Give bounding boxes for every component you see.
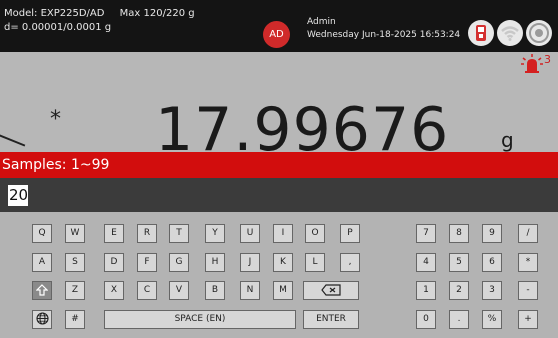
stability-marker: * xyxy=(50,107,61,132)
samples-input[interactable]: 20 xyxy=(8,185,28,206)
key-x[interactable]: X xyxy=(104,281,124,300)
on-screen-keyboard: Q W E R T Y U I O P A S D F G H J K L , … xyxy=(0,212,558,338)
key-plus[interactable]: + xyxy=(518,310,538,329)
key-f[interactable]: F xyxy=(137,253,157,272)
samples-prompt: Samples: 1~99 xyxy=(0,152,558,178)
user-avatar[interactable]: AD xyxy=(263,21,290,48)
weight-value: 17.99676 xyxy=(155,95,450,152)
division-label: d= 0.00001/0.0001 g xyxy=(4,22,112,33)
key-w[interactable]: W xyxy=(65,224,85,243)
key-v[interactable]: V xyxy=(169,281,189,300)
level-indicator-icon[interactable] xyxy=(526,20,552,46)
key-q[interactable]: Q xyxy=(32,224,52,243)
key-slash[interactable]: / xyxy=(518,224,538,243)
capacity-label: Max 120/220 g xyxy=(119,8,195,19)
key-s[interactable]: S xyxy=(65,253,85,272)
key-hash[interactable]: # xyxy=(65,310,85,329)
key-1[interactable]: 1 xyxy=(416,281,436,300)
key-e[interactable]: E xyxy=(104,224,124,243)
backspace-key[interactable] xyxy=(303,281,359,300)
space-key[interactable]: SPACE (EN) xyxy=(104,310,296,329)
key-k[interactable]: K xyxy=(273,253,293,272)
key-3[interactable]: 3 xyxy=(482,281,502,300)
backspace-icon xyxy=(321,283,341,296)
shift-arrow-icon xyxy=(35,283,49,296)
scale-info: Model: EXP225D/AD Max 120/220 g d= 0.000… xyxy=(4,7,195,35)
key-u[interactable]: U xyxy=(240,224,260,243)
key-percent[interactable]: % xyxy=(482,310,502,329)
key-g[interactable]: G xyxy=(169,253,189,272)
top-status-bar: Model: EXP225D/AD Max 120/220 g d= 0.000… xyxy=(0,0,558,52)
model-label: Model: EXP225D/AD xyxy=(4,8,105,19)
weight-display: 3 * 17.99676 g xyxy=(0,52,558,152)
key-comma[interactable]: , xyxy=(340,253,360,272)
input-row: 20 xyxy=(0,178,558,212)
key-d[interactable]: D xyxy=(104,253,124,272)
alarm-icon[interactable] xyxy=(521,54,543,74)
enter-key[interactable]: ENTER xyxy=(303,310,359,329)
key-o[interactable]: O xyxy=(305,224,325,243)
key-y[interactable]: Y xyxy=(205,224,225,243)
key-l[interactable]: L xyxy=(305,253,325,272)
datetime: Wednesday Jun-18-2025 16:53:24 xyxy=(307,30,461,40)
key-minus[interactable]: - xyxy=(518,281,538,300)
key-t[interactable]: T xyxy=(169,224,189,243)
key-b[interactable]: B xyxy=(205,281,225,300)
key-6[interactable]: 6 xyxy=(482,253,502,272)
key-p[interactable]: P xyxy=(340,224,360,243)
globe-icon xyxy=(35,312,49,325)
key-8[interactable]: 8 xyxy=(449,224,469,243)
alarm-count-badge: 3 xyxy=(544,53,551,66)
key-a[interactable]: A xyxy=(32,253,52,272)
key-c[interactable]: C xyxy=(137,281,157,300)
key-0[interactable]: 0 xyxy=(416,310,436,329)
usb-drive-icon[interactable] xyxy=(468,20,494,46)
language-key[interactable] xyxy=(32,310,52,329)
key-n[interactable]: N xyxy=(240,281,260,300)
key-j[interactable]: J xyxy=(240,253,260,272)
shift-key[interactable] xyxy=(32,281,52,300)
user-info: Admin Wednesday Jun-18-2025 16:53:24 xyxy=(307,16,460,42)
wifi-icon[interactable] xyxy=(497,20,523,46)
key-9[interactable]: 9 xyxy=(482,224,502,243)
key-period[interactable]: . xyxy=(449,310,469,329)
key-4[interactable]: 4 xyxy=(416,253,436,272)
key-m[interactable]: M xyxy=(273,281,293,300)
key-5[interactable]: 5 xyxy=(449,253,469,272)
key-h[interactable]: H xyxy=(205,253,225,272)
key-z[interactable]: Z xyxy=(65,281,85,300)
key-7[interactable]: 7 xyxy=(416,224,436,243)
user-name: Admin xyxy=(307,17,336,27)
key-r[interactable]: R xyxy=(137,224,157,243)
key-i[interactable]: I xyxy=(273,224,293,243)
key-asterisk[interactable]: * xyxy=(518,253,538,272)
divider-line xyxy=(0,133,26,147)
weight-unit: g xyxy=(501,128,514,152)
key-2[interactable]: 2 xyxy=(449,281,469,300)
